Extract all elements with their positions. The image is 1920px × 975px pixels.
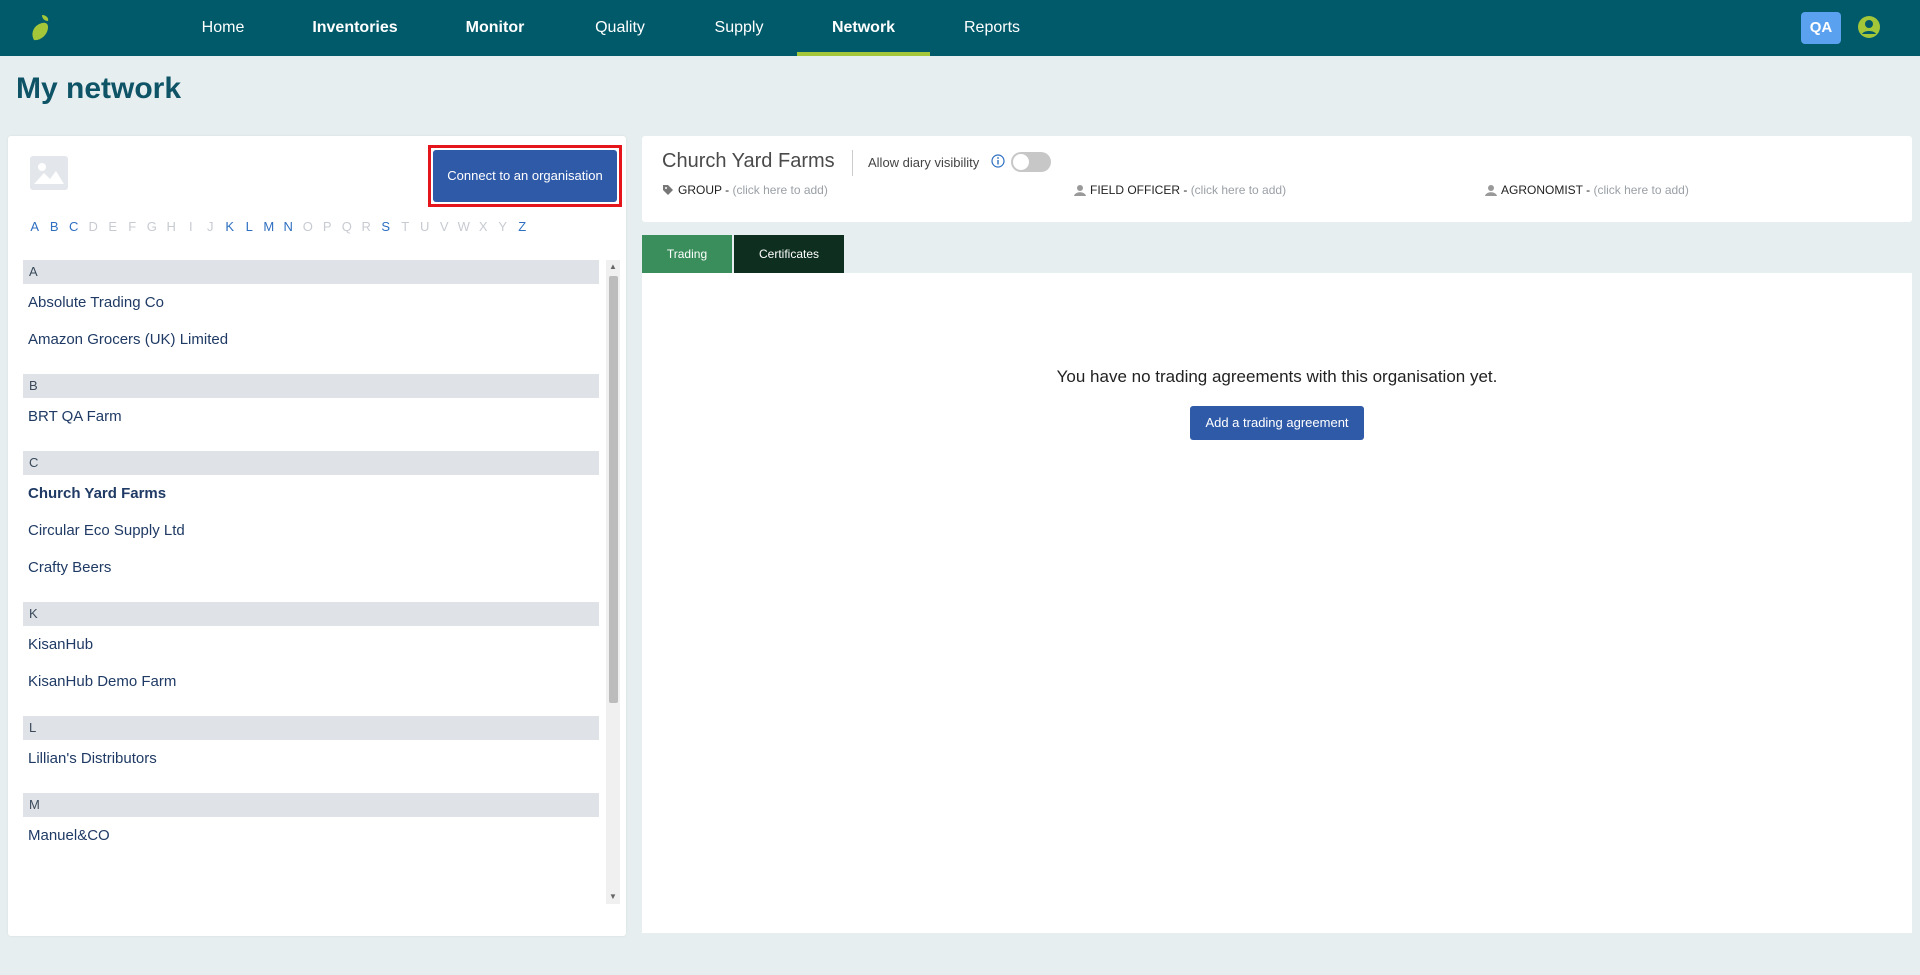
group-header: A	[23, 260, 599, 284]
diary-visibility-toggle[interactable]	[1011, 152, 1051, 172]
field-officer-add-hint[interactable]: (click here to add)	[1191, 183, 1286, 197]
nav-supply[interactable]: Supply	[700, 0, 778, 56]
list-item-selected[interactable]: Church Yard Farms	[23, 475, 607, 512]
alpha-letter: U	[420, 219, 430, 234]
diary-visibility-label: Allow diary visibility	[868, 155, 980, 170]
group-label: GROUP -	[678, 183, 730, 197]
person-icon	[1485, 185, 1497, 196]
trading-content: You have no trading agreements with this…	[642, 273, 1912, 933]
alpha-letter: Q	[341, 219, 352, 234]
list-item[interactable]: Circular Eco Supply Ltd	[23, 512, 607, 549]
organisation-detail-header: Church Yard Farms Allow diary visibility…	[642, 136, 1912, 222]
add-trading-agreement-button[interactable]: Add a trading agreement	[1190, 406, 1364, 440]
alpha-letter[interactable]: A	[25, 219, 45, 234]
leaf-logo-icon[interactable]	[28, 13, 56, 43]
top-navigation-bar: Home Inventories Monitor Quality Supply …	[0, 0, 1920, 56]
list-item[interactable]: Lillian's Distributors	[23, 740, 607, 777]
organisation-list[interactable]: A Absolute Trading Co Amazon Grocers (UK…	[23, 260, 607, 904]
alpha-letter: D	[88, 219, 98, 234]
scroll-up-icon[interactable]: ▲	[606, 260, 620, 274]
organisation-list-panel: Connect to an organisation ABCDEFGHIJKLM…	[8, 136, 626, 936]
connect-to-organisation-button[interactable]: Connect to an organisation	[433, 150, 617, 202]
nav-quality[interactable]: Quality	[580, 0, 660, 56]
agronomist-label: AGRONOMIST -	[1501, 183, 1591, 197]
nav-home[interactable]: Home	[188, 0, 258, 56]
user-account-icon[interactable]	[1857, 15, 1881, 39]
tab-certificates[interactable]: Certificates	[734, 235, 844, 273]
alpha-letter: W	[457, 219, 470, 234]
agronomist-add-hint[interactable]: (click here to add)	[1593, 183, 1688, 197]
list-item[interactable]: KisanHub	[23, 626, 607, 663]
alpha-letter[interactable]: C	[64, 219, 84, 234]
page-title: My network	[16, 72, 182, 105]
group-header: M	[23, 793, 599, 817]
alpha-letter: T	[401, 219, 410, 234]
tab-trading[interactable]: Trading	[642, 235, 732, 273]
nav-inventories[interactable]: Inventories	[300, 0, 410, 56]
connect-button-highlight: Connect to an organisation	[428, 145, 622, 207]
qa-badge[interactable]: QA	[1801, 12, 1841, 44]
alpha-letter: J	[207, 219, 214, 234]
person-icon	[1074, 185, 1086, 196]
agronomist-field[interactable]: AGRONOMIST - (click here to add)	[1485, 183, 1689, 197]
alpha-letter: H	[166, 219, 176, 234]
group-header: K	[23, 602, 599, 626]
group-header: B	[23, 374, 599, 398]
alpha-letter: I	[188, 219, 193, 234]
group-header: L	[23, 716, 599, 740]
alpha-letter: X	[478, 219, 488, 234]
group-header: C	[23, 451, 599, 475]
list-item[interactable]: BRT QA Farm	[23, 398, 607, 435]
list-item[interactable]: Crafty Beers	[23, 549, 607, 586]
list-item[interactable]: Amazon Grocers (UK) Limited	[23, 321, 607, 358]
alpha-letter[interactable]: S	[376, 219, 396, 234]
alpha-letter: P	[322, 219, 332, 234]
group-add-hint[interactable]: (click here to add)	[732, 183, 827, 197]
info-icon[interactable]	[991, 154, 1005, 168]
list-item[interactable]: Manuel&CO	[23, 817, 607, 854]
alpha-letter[interactable]: B	[45, 219, 65, 234]
alpha-letter: V	[439, 219, 449, 234]
alpha-letter[interactable]: M	[259, 219, 279, 234]
alpha-letter[interactable]: L	[240, 219, 260, 234]
list-item[interactable]: Absolute Trading Co	[23, 284, 607, 321]
nav-reports[interactable]: Reports	[952, 0, 1032, 56]
alpha-letter[interactable]: K	[220, 219, 240, 234]
toggle-knob	[1013, 154, 1029, 170]
empty-state-message: You have no trading agreements with this…	[1056, 367, 1498, 386]
nav-monitor[interactable]: Monitor	[450, 0, 540, 56]
list-item[interactable]: KisanHub Demo Farm	[23, 663, 607, 700]
alpha-letter: Y	[498, 219, 508, 234]
tag-icon	[663, 185, 673, 195]
group-field[interactable]: GROUP - (click here to add)	[662, 183, 828, 197]
scroll-thumb[interactable]	[609, 276, 618, 703]
field-officer-label: FIELD OFFICER -	[1090, 183, 1188, 197]
alpha-letter: G	[146, 219, 157, 234]
alphabet-filter: ABCDEFGHIJKLMNOPQRSTUVWXYZ	[25, 218, 565, 236]
image-placeholder-icon	[30, 156, 68, 190]
scroll-down-icon[interactable]: ▼	[606, 890, 620, 904]
alpha-letter[interactable]: Z	[513, 219, 533, 234]
nav-network[interactable]: Network	[797, 0, 930, 56]
organisation-name: Church Yard Farms	[662, 150, 835, 172]
alpha-letter: R	[361, 219, 371, 234]
list-scrollbar[interactable]: ▲ ▼	[606, 260, 620, 904]
field-officer-field[interactable]: FIELD OFFICER - (click here to add)	[1074, 183, 1286, 197]
divider	[852, 150, 853, 176]
alpha-letter: O	[302, 219, 313, 234]
alpha-letter: E	[108, 219, 118, 234]
alpha-letter: F	[128, 219, 137, 234]
alpha-letter[interactable]: N	[279, 219, 299, 234]
